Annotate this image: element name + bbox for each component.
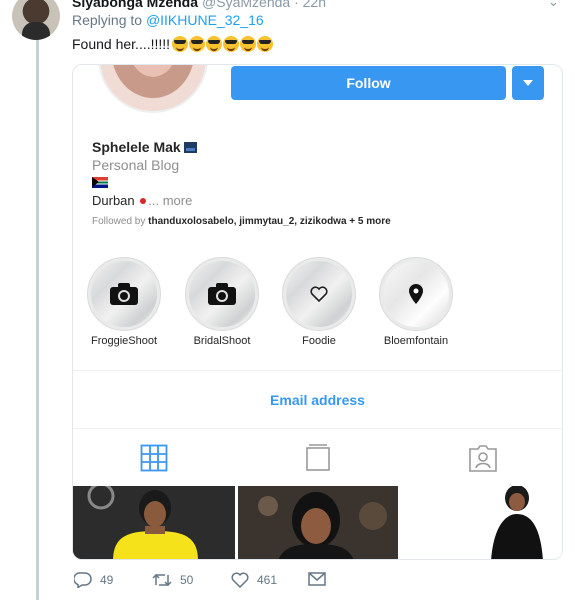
direct-message-button[interactable] [308,572,334,586]
heart-icon [231,572,249,588]
highlight-label: Foodie [302,335,336,347]
replying-prefix: Replying to [72,12,143,28]
highlight-circle [87,257,161,331]
chevron-down-icon[interactable]: ⌄ [548,0,559,10]
tweet-text: Found her....!!!!! [72,36,274,52]
author-handle[interactable]: @SyaMzehda · 22h [202,0,326,10]
tab-grid[interactable] [137,441,171,475]
sunglasses-emoji-icon [206,36,223,52]
like-count: 461 [257,573,278,587]
profile-name: Sphelele Mak [92,139,181,155]
post-thumbnail[interactable] [238,486,398,559]
tweet-header: Siyabonga Mzehda @SyaMzehda · 22h [72,0,326,10]
divider [73,428,562,429]
tab-igtv[interactable] [301,441,335,475]
replying-handle[interactable]: @IIKHUNE_32_16 [146,12,264,28]
post-thumbnail[interactable] [73,486,235,559]
sunglasses-emoji-icon [240,36,257,52]
sunglasses-emoji-icon [223,36,240,52]
followed-prefix: Followed by [92,216,146,227]
profile-category: Personal Blog [92,157,180,173]
sunglasses-emoji-icon [172,36,189,52]
highlight-label: BridalShoot [193,335,251,347]
camera-icon [110,283,138,305]
retweet-icon [152,573,172,587]
highlight-label: Bloemfontain [383,335,449,347]
highlight-label: FroggieShoot [90,335,158,347]
tv-icon [306,444,330,471]
highlight-circle [379,257,453,331]
retweet-count: 50 [180,573,194,587]
sunglasses-emoji-group [172,36,274,52]
pushpin-icon [140,198,147,204]
tab-tagged[interactable] [466,441,500,475]
more-link[interactable]: ... more [148,193,192,208]
followed-by: Followed by thanduxolosabelo, jimmytau_2… [92,216,391,227]
follow-button[interactable]: Follow [231,66,506,100]
followed-users[interactable]: thanduxolosabelo, jimmytau_2, zizikodwa [148,216,346,227]
profile-name-row: Sphelele Mak [92,139,197,155]
author-avatar[interactable] [12,0,60,40]
envelope-icon [308,572,326,586]
divider [73,370,562,371]
sunglasses-emoji-icon [257,36,274,52]
followed-more[interactable]: + 5 more [349,216,390,227]
reply-button[interactable]: 49 [74,572,113,588]
follow-dropdown-button[interactable] [512,66,544,100]
retweet-button[interactable]: 50 [152,572,193,588]
post-photo-black-top [401,486,562,559]
highlight-circle [282,257,356,331]
grid-icon [140,444,168,472]
profile-picture [98,65,208,113]
tagged-user-icon [469,445,497,472]
heart-icon [310,286,328,302]
highlight-circle [185,257,259,331]
location-pin-icon [409,284,423,304]
highlight-foodie[interactable]: Foodie [280,257,358,347]
sunglasses-emoji-icon [189,36,206,52]
post-photo-yellow-top [73,486,235,559]
highlight-bloemfontain[interactable]: Bloemfontain [377,257,455,347]
profile-location-row: Durban ... more [92,193,192,208]
tweet-text-content: Found her....!!!!! [72,36,171,52]
south-africa-flag-icon [92,177,108,188]
profile-location: Durban [92,193,135,208]
like-button[interactable]: 461 [231,572,277,588]
author-name[interactable]: Siyabonga Mzehda [72,0,198,10]
post-photo-portrait [238,486,398,559]
camera-icon [208,283,236,305]
reply-count: 49 [100,573,114,587]
replying-to: Replying to @IIKHUNE_32_16 [72,12,264,28]
email-address-button[interactable]: Email address [73,372,562,428]
highlight-froggieshoot[interactable]: FroggieShoot [85,257,163,347]
thread-line [36,40,39,600]
instagram-profile-screenshot[interactable]: Follow Sphelele Mak Personal Blog Durban… [72,64,563,560]
post-thumbnail[interactable] [401,486,562,559]
highlight-bridalshoot[interactable]: BridalShoot [183,257,261,347]
night-city-emoji-icon [183,141,197,153]
reply-icon [74,572,92,588]
